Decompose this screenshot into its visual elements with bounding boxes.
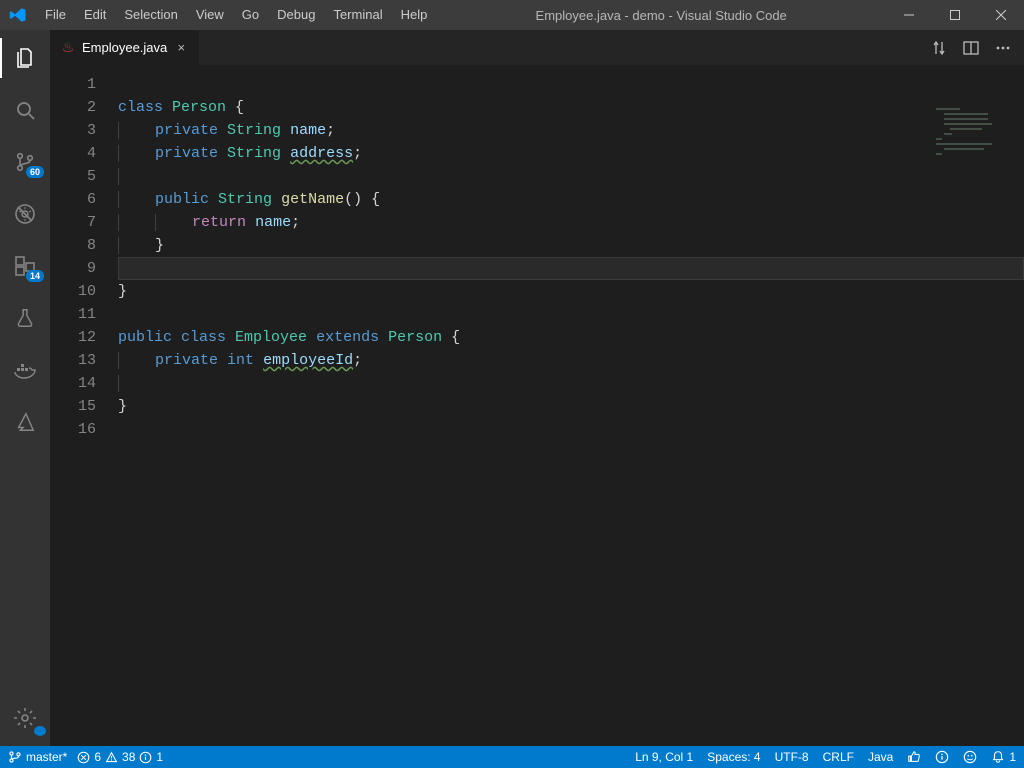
vscode-logo-icon: [0, 6, 36, 24]
window-controls: [886, 0, 1024, 30]
activity-test[interactable]: [0, 298, 50, 338]
menu-view[interactable]: View: [187, 0, 233, 30]
files-icon: [13, 46, 37, 70]
scm-badge: 60: [26, 166, 44, 178]
menu-debug[interactable]: Debug: [268, 0, 324, 30]
code-content[interactable]: class Person { private String name; priv…: [118, 65, 1024, 746]
notification-count: 1: [1009, 750, 1016, 764]
status-encoding[interactable]: UTF-8: [775, 750, 809, 764]
activity-docker[interactable]: [0, 350, 50, 390]
body-area: 60 14 ♨ Employee.java ×: [0, 30, 1024, 746]
close-button[interactable]: [978, 0, 1024, 30]
minimize-button[interactable]: [886, 0, 932, 30]
menu-help[interactable]: Help: [392, 0, 437, 30]
branch-name: master*: [26, 750, 67, 764]
beaker-icon: [14, 307, 36, 329]
activity-settings[interactable]: [0, 698, 50, 738]
error-icon: [77, 751, 90, 764]
search-icon: [13, 98, 37, 122]
activity-debug[interactable]: [0, 194, 50, 234]
azure-icon: [14, 411, 36, 433]
info-icon: [139, 751, 152, 764]
status-spaces[interactable]: Spaces: 4: [707, 750, 760, 764]
bell-icon: [991, 750, 1005, 764]
info-circle-icon: [935, 750, 949, 764]
maximize-button[interactable]: [932, 0, 978, 30]
status-eol[interactable]: CRLF: [823, 750, 854, 764]
status-language[interactable]: Java: [868, 750, 893, 764]
status-cursor[interactable]: Ln 9, Col 1: [635, 750, 693, 764]
error-count: 6: [94, 750, 101, 764]
compare-icon[interactable]: [930, 39, 948, 57]
status-thumbsup[interactable]: [907, 750, 921, 764]
activity-explorer[interactable]: [0, 38, 50, 78]
menu-edit[interactable]: Edit: [75, 0, 115, 30]
activity-bar: 60 14: [0, 30, 50, 746]
warning-count: 38: [122, 750, 135, 764]
tab-label: Employee.java: [82, 40, 167, 55]
ext-badge: 14: [26, 270, 44, 282]
activity-extensions[interactable]: 14: [0, 246, 50, 286]
menu-file[interactable]: File: [36, 0, 75, 30]
status-info-btn[interactable]: [935, 750, 949, 764]
editor-region: ♨ Employee.java × 1234567891011121314151…: [50, 30, 1024, 746]
split-editor-icon[interactable]: [962, 39, 980, 57]
status-problems[interactable]: 6 38 1: [77, 750, 163, 764]
line-number-gutter: 12345678910111213141516: [50, 65, 118, 746]
java-file-icon: ♨: [60, 40, 76, 56]
settings-badge: [34, 726, 46, 736]
tabs-row: ♨ Employee.java ×: [50, 30, 1024, 65]
info-count: 1: [156, 750, 163, 764]
menu-go[interactable]: Go: [233, 0, 268, 30]
window-title: Employee.java - demo - Visual Studio Cod…: [436, 8, 886, 23]
tab-employee-java[interactable]: ♨ Employee.java ×: [50, 30, 200, 65]
git-branch-icon: [8, 750, 22, 764]
title-bar: File Edit Selection View Go Debug Termin…: [0, 0, 1024, 30]
status-branch[interactable]: master*: [8, 750, 67, 764]
activity-scm[interactable]: 60: [0, 142, 50, 182]
menu-bar: File Edit Selection View Go Debug Termin…: [36, 0, 436, 30]
warning-icon: [105, 751, 118, 764]
bug-icon: [13, 202, 37, 226]
menu-selection[interactable]: Selection: [115, 0, 186, 30]
activity-azure[interactable]: [0, 402, 50, 442]
gear-icon: [13, 706, 37, 730]
thumbsup-icon: [907, 750, 921, 764]
tab-actions: [930, 30, 1024, 65]
status-notifications[interactable]: 1: [991, 750, 1016, 764]
activity-search[interactable]: [0, 90, 50, 130]
code-editor[interactable]: 12345678910111213141516 class Person { p…: [50, 65, 1024, 746]
status-bar: master* 6 38 1 Ln 9, Col 1 Spaces: 4 UTF…: [0, 746, 1024, 768]
tab-close-icon[interactable]: ×: [173, 40, 189, 55]
more-icon[interactable]: [994, 39, 1012, 57]
menu-terminal[interactable]: Terminal: [324, 0, 391, 30]
docker-icon: [13, 358, 37, 382]
smiley-icon: [963, 750, 977, 764]
status-feedback[interactable]: [963, 750, 977, 764]
